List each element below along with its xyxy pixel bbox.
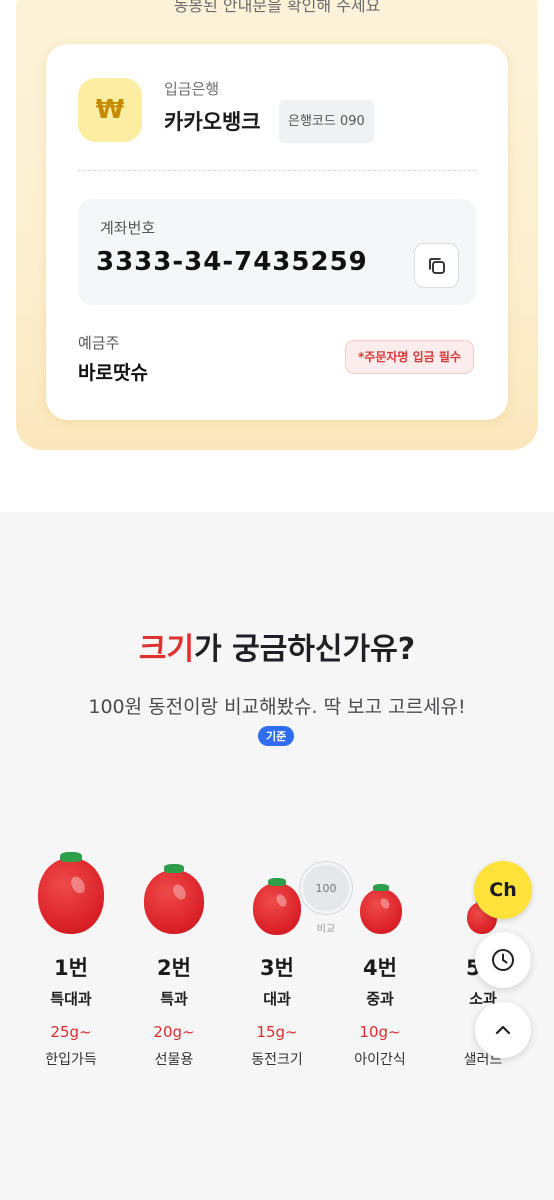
grade-weight: 20g~ (153, 1023, 195, 1041)
owner-label: 예금주 (78, 334, 120, 352)
size-guide-subtitle: 100원 동전이랑 비교해봤슈. 딱 보고 고르세유! (88, 696, 466, 718)
grade-use: 선물용 (154, 1052, 194, 1068)
tomato-icon-1 (38, 852, 104, 934)
chevron-up-icon (495, 1025, 511, 1035)
size-guide-title: 크기가 궁금하신가유? (0, 624, 554, 668)
title-rest: 가 궁금하신가유? (194, 632, 416, 667)
channel-label: Ch (489, 879, 517, 901)
size-guide-section: 크기가 궁금하신가유? 100원 동전이랑 비교해봤슈. 딱 보고 고르세유! … (0, 512, 554, 1200)
page: 동봉된 안내문을 확인해 주세요 ₩ 입금은행 카카오뱅크 은행코드 090 계… (0, 0, 554, 1200)
coin-100-icon: 100 (300, 862, 352, 914)
grade-item-1: 1번 특대과 25g~ 한입가득 (21, 952, 121, 1069)
grade-item-4: 4번 중과 10g~ 아이간식 (330, 952, 430, 1069)
grade-name: 특대과 (50, 990, 92, 1008)
tomato-icon-3 (253, 878, 301, 935)
coin-label: 비교 (316, 924, 336, 935)
reference-pill: 기준 (258, 726, 295, 746)
won-icon: ₩ (78, 78, 142, 142)
channel-chat-button[interactable]: Ch (474, 861, 532, 919)
grade-item-2: 2번 특과 20g~ 선물용 (124, 952, 224, 1069)
grade-name: 대과 (263, 990, 291, 1008)
owner-name: 바로땃슈 (78, 362, 148, 384)
tomato-icon-4 (360, 884, 402, 934)
account-number: 3333-34-7435259 (96, 247, 368, 277)
grade-weight: 25g~ (50, 1023, 92, 1041)
grade-use: 한입가득 (45, 1052, 97, 1068)
grade-number: 3번 (260, 956, 294, 980)
grade-weight: 15g~ (256, 1023, 298, 1041)
tomato-size-row: 100 비교 1번 특대과 25g~ 한입가득 2번 특과 20g~ 선물용 3… (0, 852, 554, 1082)
grade-use: 동전크기 (251, 1052, 303, 1068)
divider (78, 170, 476, 171)
copy-icon (428, 257, 445, 274)
account-number-box: 계좌번호 3333-34-7435259 (78, 199, 476, 305)
bank-code-badge: 은행코드 090 (279, 100, 374, 143)
bank-name: 카카오뱅크 (164, 110, 261, 134)
grade-number: 1번 (54, 956, 88, 980)
account-number-label: 계좌번호 (100, 219, 156, 237)
title-highlight: 크기 (138, 632, 195, 667)
grade-use: 아이간식 (354, 1052, 406, 1068)
account-card: ₩ 입금은행 카카오뱅크 은행코드 090 계좌번호 3333-34-74352… (46, 44, 508, 420)
bank-label: 입금은행 (164, 80, 220, 98)
grade-item-3: 3번 대과 15g~ 동전크기 (227, 952, 327, 1069)
grade-name: 중과 (366, 990, 394, 1008)
cut-off-notice-text: 동봉된 안내문을 확인해 주세요 (173, 0, 381, 15)
currency-symbol: ₩ (95, 95, 125, 125)
grade-number: 2번 (157, 956, 191, 980)
grade-weight: 10g~ (359, 1023, 401, 1041)
clock-icon (492, 949, 514, 971)
grade-number: 4번 (363, 956, 397, 980)
recent-history-button[interactable] (475, 932, 531, 988)
required-name-badge: *주문자명 입금 필수 (345, 340, 474, 374)
scroll-to-top-button[interactable] (475, 1002, 531, 1058)
grade-name: 특과 (160, 990, 188, 1008)
tomato-icon-2 (144, 864, 204, 934)
copy-account-button[interactable] (414, 243, 459, 288)
coin-value: 100 (315, 881, 337, 895)
